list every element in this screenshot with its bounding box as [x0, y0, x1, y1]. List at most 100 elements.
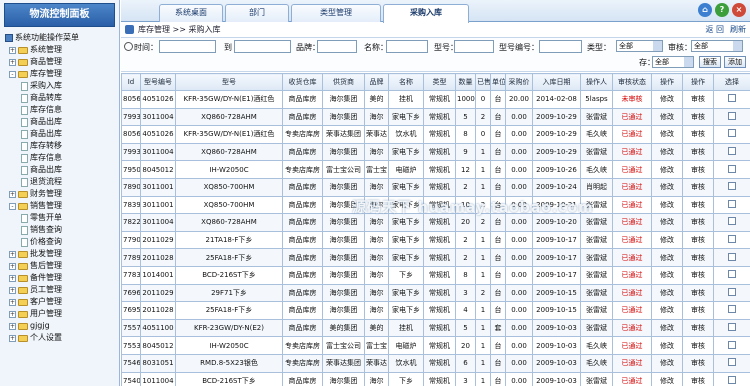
home-icon[interactable]: ⌂: [698, 3, 712, 17]
end-date-input[interactable]: [234, 40, 291, 53]
menu-group[interactable]: + 用户管理: [5, 308, 119, 320]
edit-link[interactable]: 修改: [651, 336, 683, 355]
tab-desktop[interactable]: 系统桌面: [159, 4, 223, 22]
menu-group[interactable]: + 商品管理: [5, 56, 119, 68]
menu-root[interactable]: 系统功能操作菜单: [5, 32, 119, 44]
edit-link[interactable]: 修改: [651, 248, 683, 267]
row-select-checkbox[interactable]: [728, 111, 736, 120]
audit-link[interactable]: 审核: [682, 107, 714, 127]
model-input[interactable]: [454, 40, 494, 53]
row-select-checkbox[interactable]: [728, 340, 736, 349]
refresh-link[interactable]: 刷新: [730, 24, 746, 35]
audit-link[interactable]: 审核: [682, 160, 714, 179]
audit-link[interactable]: 审核: [682, 318, 714, 338]
menu-group[interactable]: + 系统管理: [5, 44, 119, 56]
edit-link[interactable]: 修改: [651, 318, 683, 338]
audit-link[interactable]: 审核: [682, 177, 714, 197]
audit-link[interactable]: 审核: [682, 230, 714, 250]
name-input[interactable]: [386, 40, 428, 53]
row-select-checkbox[interactable]: [728, 129, 736, 138]
row-select-checkbox[interactable]: [728, 147, 736, 156]
expand-toggle-icon[interactable]: +: [9, 334, 16, 342]
edit-link[interactable]: 修改: [651, 301, 683, 320]
tab-type-management[interactable]: 类型管理: [291, 4, 381, 22]
row-select-checkbox[interactable]: [728, 164, 736, 173]
row-select-checkbox[interactable]: [728, 287, 736, 296]
expand-toggle-icon[interactable]: -: [9, 202, 16, 210]
edit-link[interactable]: 修改: [651, 213, 683, 232]
row-select-checkbox[interactable]: [728, 358, 736, 367]
menu-group[interactable]: + gjgjg: [5, 320, 119, 332]
menu-item[interactable]: 商品出库: [5, 128, 119, 140]
row-select-checkbox[interactable]: [728, 323, 736, 332]
menu-item[interactable]: 销售查询: [5, 224, 119, 236]
row-select-checkbox[interactable]: [728, 182, 736, 191]
exit-icon[interactable]: ×: [732, 3, 746, 17]
row-select-checkbox[interactable]: [728, 270, 736, 279]
audit-select[interactable]: 全部: [691, 40, 743, 52]
audit-link[interactable]: 审核: [682, 265, 714, 285]
row-select-checkbox[interactable]: [728, 235, 736, 244]
menu-item[interactable]: 价格查询: [5, 236, 119, 248]
edit-link[interactable]: 修改: [651, 353, 683, 373]
audit-link[interactable]: 审核: [682, 336, 714, 355]
category-select[interactable]: 全部: [616, 40, 663, 52]
expand-toggle-icon[interactable]: +: [9, 250, 16, 258]
row-select-checkbox[interactable]: [728, 252, 736, 261]
menu-group[interactable]: + 财务管理: [5, 188, 119, 200]
audit-link[interactable]: 审核: [682, 283, 714, 303]
menu-item[interactable]: 库存信息: [5, 152, 119, 164]
row-select-checkbox[interactable]: [728, 199, 736, 208]
stock-status-select[interactable]: 全部: [652, 56, 694, 68]
menu-group[interactable]: + 员工管理: [5, 284, 119, 296]
menu-item[interactable]: 库存信息: [5, 104, 119, 116]
tab-purchase-stock-in[interactable]: 采购入库: [383, 4, 469, 23]
edit-link[interactable]: 修改: [651, 195, 683, 215]
expand-toggle-icon[interactable]: +: [9, 310, 16, 318]
edit-link[interactable]: 修改: [651, 283, 683, 303]
audit-link[interactable]: 审核: [682, 371, 714, 386]
menu-group[interactable]: - 库存管理: [5, 68, 119, 80]
expand-toggle-icon[interactable]: +: [9, 58, 16, 66]
menu-item[interactable]: 零售开单: [5, 212, 119, 224]
audit-link[interactable]: 审核: [682, 125, 714, 144]
edit-link[interactable]: 修改: [651, 125, 683, 144]
edit-link[interactable]: 修改: [651, 160, 683, 179]
audit-link[interactable]: 审核: [682, 353, 714, 373]
expand-toggle-icon[interactable]: +: [9, 274, 16, 282]
audit-link[interactable]: 审核: [682, 195, 714, 215]
audit-link[interactable]: 审核: [682, 248, 714, 267]
start-date-input[interactable]: [159, 40, 216, 53]
expand-toggle-icon[interactable]: +: [9, 46, 16, 54]
search-button[interactable]: 搜索: [699, 56, 721, 68]
audit-link[interactable]: 审核: [682, 301, 714, 320]
edit-link[interactable]: 修改: [651, 90, 683, 109]
menu-group[interactable]: + 批发管理: [5, 248, 119, 260]
row-select-checkbox[interactable]: [728, 94, 736, 103]
menu-item[interactable]: 商品出库: [5, 164, 119, 176]
buy-code-input[interactable]: [539, 40, 582, 53]
edit-link[interactable]: 修改: [651, 265, 683, 285]
menu-item[interactable]: 库存转移: [5, 140, 119, 152]
tab-department[interactable]: 部门: [225, 4, 289, 22]
expand-toggle-icon[interactable]: -: [9, 70, 16, 78]
expand-toggle-icon[interactable]: +: [9, 190, 16, 198]
add-button[interactable]: 添加: [724, 56, 746, 68]
expand-toggle-icon[interactable]: +: [9, 286, 16, 294]
row-select-checkbox[interactable]: [728, 375, 736, 384]
audit-link[interactable]: 审核: [682, 213, 714, 232]
expand-toggle-icon[interactable]: +: [9, 298, 16, 306]
menu-group[interactable]: + 客户管理: [5, 296, 119, 308]
menu-group[interactable]: + 售后管理: [5, 260, 119, 272]
audit-link[interactable]: 审核: [682, 142, 714, 162]
edit-link[interactable]: 修改: [651, 371, 683, 386]
brand-input[interactable]: [317, 40, 357, 53]
audit-link[interactable]: 审核: [682, 90, 714, 109]
back-link[interactable]: 返 回: [705, 24, 724, 35]
edit-link[interactable]: 修改: [651, 107, 683, 127]
menu-group[interactable]: + 个人设置: [5, 332, 119, 344]
expand-toggle-icon[interactable]: +: [9, 262, 16, 270]
edit-link[interactable]: 修改: [651, 177, 683, 197]
menu-item[interactable]: 采购入库: [5, 80, 119, 92]
edit-link[interactable]: 修改: [651, 230, 683, 250]
